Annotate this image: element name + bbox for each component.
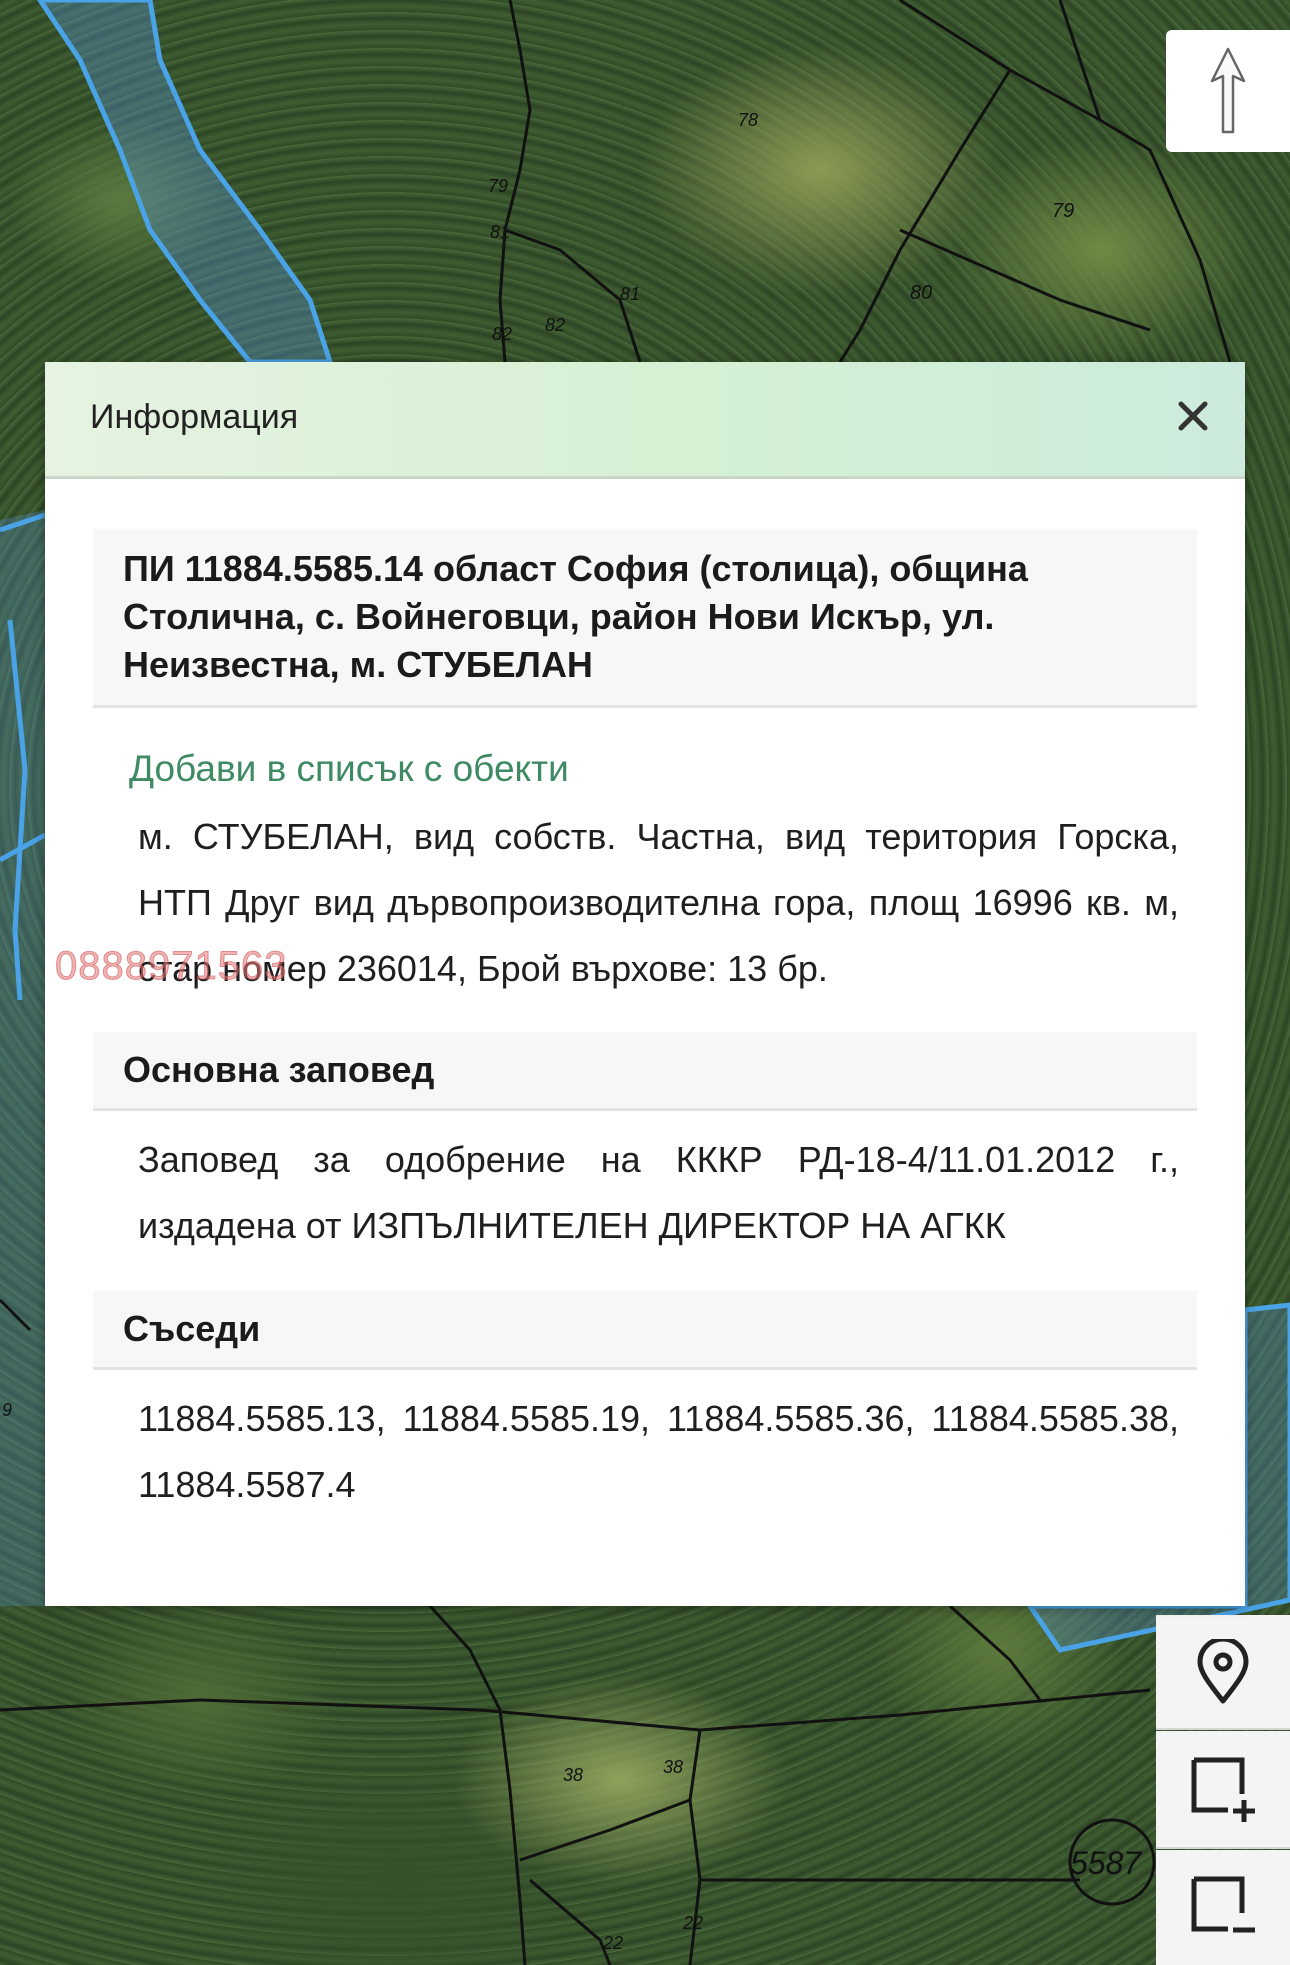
parcel-label: 78	[738, 110, 759, 130]
north-arrow-button[interactable]	[1166, 30, 1290, 152]
close-icon	[1178, 401, 1208, 431]
forest-boundary	[36, 0, 334, 365]
parcel-label: 80	[910, 282, 933, 304]
neighbours-text: 11884.5585.13, 11884.5585.19, 11884.5585…	[138, 1398, 1179, 1505]
map-pin-icon	[1197, 1638, 1249, 1703]
info-dialog: Информация ПИ 11884.5585.14 област София…	[45, 362, 1245, 1606]
select-area-minus-icon	[1191, 1876, 1255, 1932]
zoom-in-area-button[interactable]	[1156, 1731, 1290, 1849]
parcel-label: 79	[1052, 200, 1075, 222]
parcel-label: 22	[603, 1933, 624, 1953]
parcel-label: 81	[490, 222, 511, 242]
zoom-out-area-button[interactable]	[1156, 1850, 1290, 1965]
select-area-plus-icon	[1191, 1757, 1255, 1822]
order-heading: Основна заповед	[93, 1032, 1197, 1111]
parcel-label: 81	[620, 284, 641, 304]
dialog-header: Информация	[45, 362, 1245, 479]
parcel-label: 22	[683, 1913, 704, 1933]
dialog-body: ПИ 11884.5585.14 област София (столица),…	[45, 479, 1245, 1518]
forest-boundary-left	[0, 510, 45, 1606]
parcel-label: 38	[663, 1757, 684, 1777]
parcel-label: 82	[492, 324, 513, 344]
north-arrow-icon	[1210, 47, 1246, 134]
parcel-label: 79	[488, 176, 509, 196]
locate-button[interactable]	[1156, 1615, 1290, 1730]
parcel-title: ПИ 11884.5585.14 област София (столица),…	[93, 529, 1197, 708]
parcel-label: 38	[563, 1765, 584, 1785]
parcel-label: 9	[2, 1400, 13, 1420]
order-text: Заповед за одобрение на КККР РД-18-4/11.…	[138, 1139, 1179, 1246]
district-label: 5587	[1070, 1845, 1142, 1881]
dialog-title: Информация	[90, 398, 299, 436]
parcel-description: м. СТУБЕЛАН, вид собств. Частна, вид тер…	[138, 816, 1179, 989]
neighbours-heading: Съседи	[93, 1291, 1197, 1370]
map-app: 78 79 80 81 81 82 82 79 38 38 22 22 9 55…	[0, 0, 1290, 1965]
close-button[interactable]	[1163, 386, 1223, 446]
add-to-list-link[interactable]: Добави в списък с обекти	[129, 748, 1197, 790]
parcel-label: 82	[545, 315, 566, 335]
